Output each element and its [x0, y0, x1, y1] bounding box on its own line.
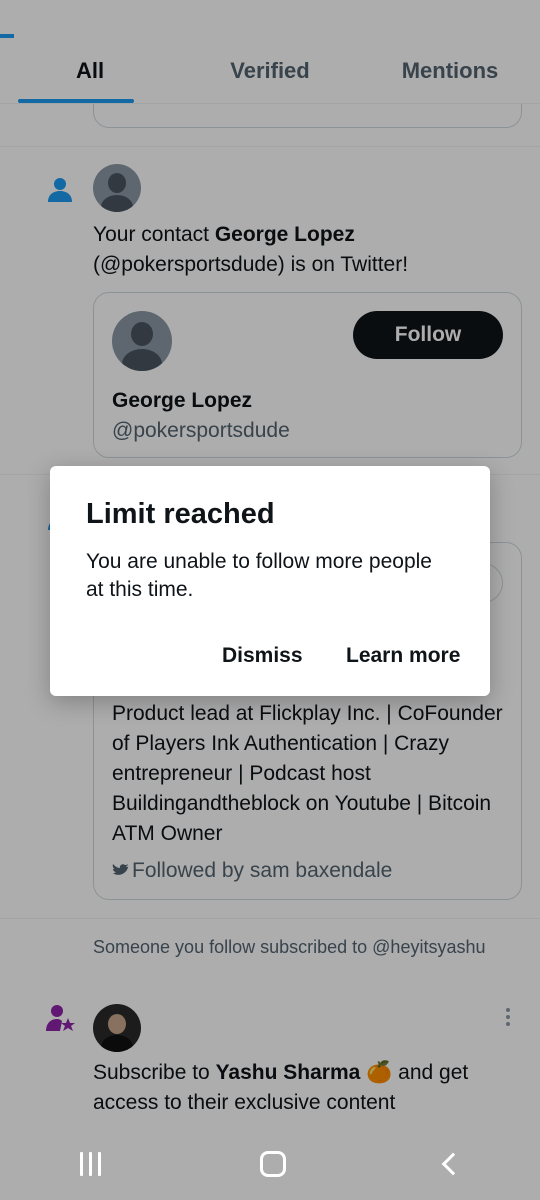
home-icon[interactable] — [259, 1151, 286, 1177]
system-navigation-bar — [0, 1128, 540, 1200]
dismiss-button[interactable]: Dismiss — [222, 644, 303, 668]
dialog-title: Limit reached — [86, 498, 275, 530]
back-icon[interactable] — [441, 1152, 464, 1176]
dialog-message: You are unable to follow more people at … — [86, 550, 432, 601]
learn-more-button[interactable]: Learn more — [346, 644, 460, 668]
recent-apps-icon[interactable] — [79, 1152, 101, 1176]
limit-reached-dialog: Limit reached You are unable to follow m… — [50, 466, 490, 696]
